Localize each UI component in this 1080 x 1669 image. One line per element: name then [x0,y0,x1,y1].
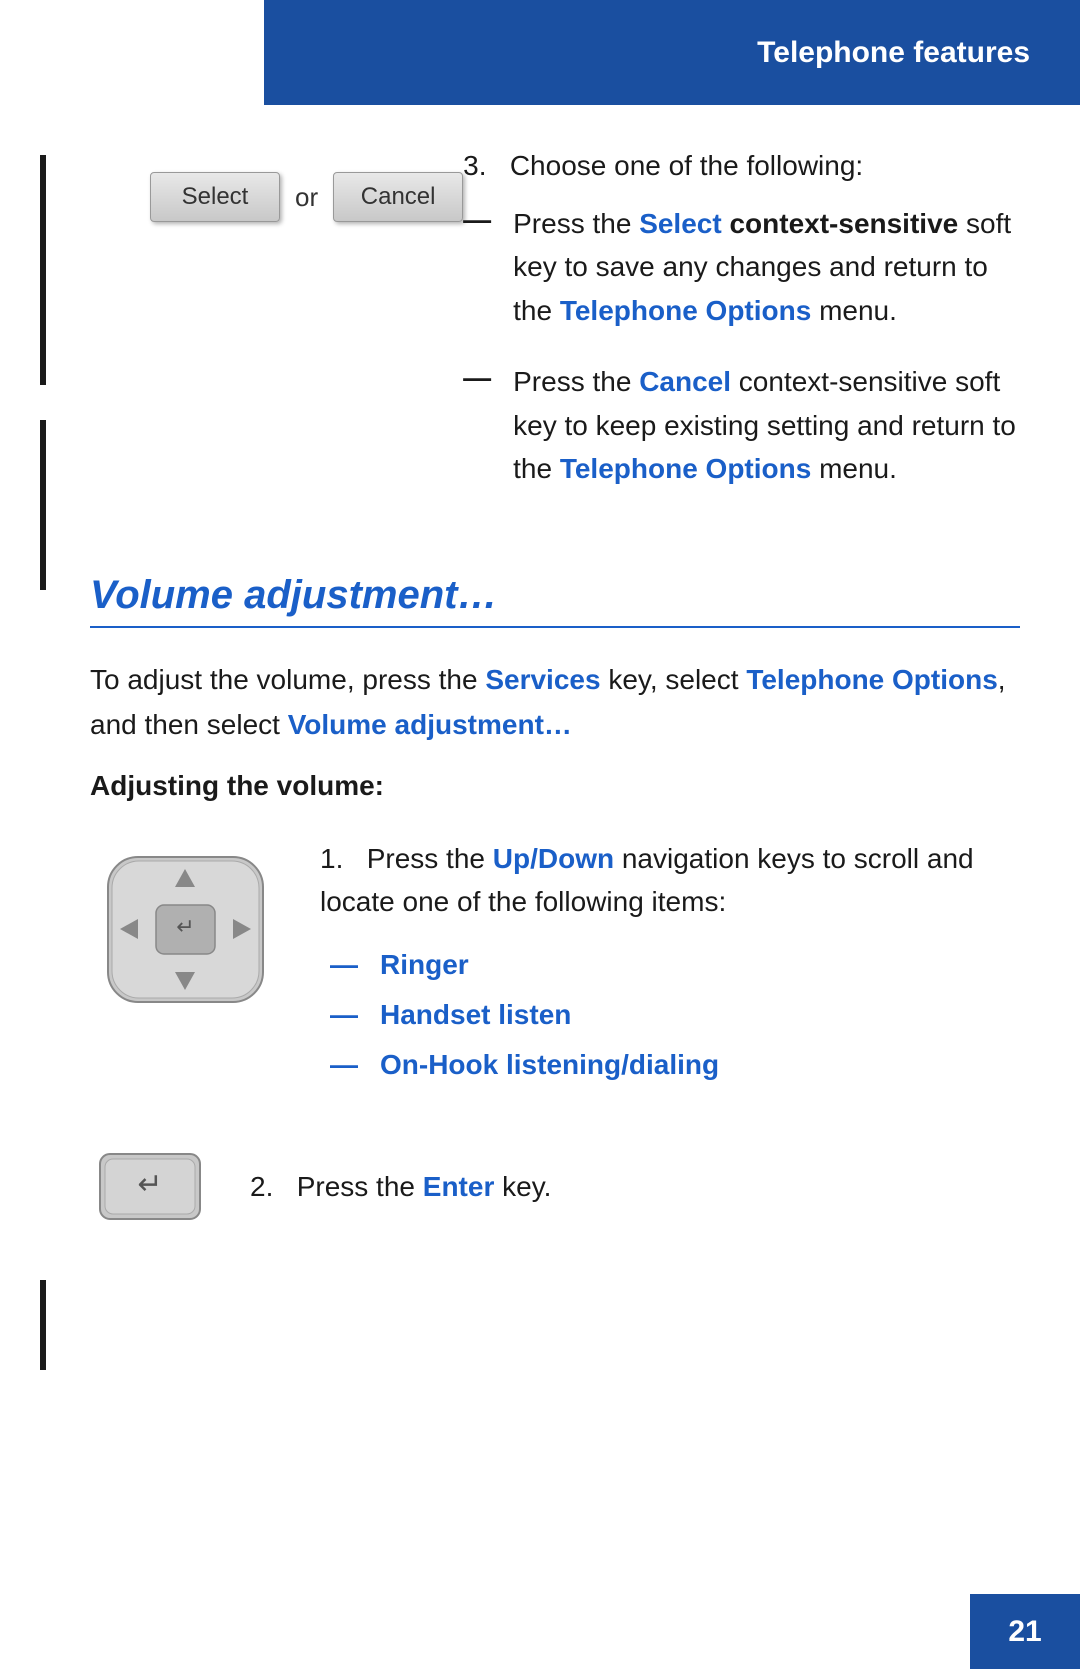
softkey-image-area: Select or Cancel [90,150,463,242]
volume-adjustment-link: Volume adjustment… [288,709,572,740]
list-item-handset: — Handset listen [330,999,1020,1031]
telephone-options-link-1: Telephone Options [560,295,811,326]
bullet-dash-2: — [463,360,513,394]
adjusting-volume-subheading: Adjusting the volume: [90,770,1020,802]
select-softkey: Select [150,172,280,222]
bullet-1: — Press the Select context-sensitive sof… [463,202,1020,332]
cancel-link: Cancel [639,366,731,397]
step-3-number: 3. [463,150,486,181]
dash-onhook: — [330,1049,380,1081]
enter-key-svg: ↵ [95,1149,205,1224]
telephone-options-link-3: Telephone Options [746,664,997,695]
or-label: or [295,182,318,213]
bullet-2: — Press the Cancel context-sensitive sof… [463,360,1020,490]
cancel-softkey: Cancel [333,172,463,222]
main-content: Select or Cancel 3. Choose one of the fo… [90,120,1020,1224]
page-number: 21 [1008,1615,1041,1649]
step-2-text: 2. Press the Enter key. [250,1165,551,1208]
margin-bar-3 [40,1280,46,1370]
enter-link: Enter [423,1171,495,1202]
ringer-label: Ringer [380,949,469,981]
nav-key-image: ↵ [90,847,280,1012]
step-3-header: 3. Choose one of the following: [463,150,1020,182]
handset-label: Handset listen [380,999,571,1031]
softkey-row: Select or Cancel [150,172,463,222]
enter-key-image: ↵ [90,1149,210,1224]
svg-text:↵: ↵ [137,1168,162,1201]
header-bar: Telephone features [264,0,1080,105]
margin-bar-1 [40,155,46,385]
updown-link: Up/Down [493,843,614,874]
onhook-label: On-Hook listening/dialing [380,1049,719,1081]
select-link: Select [639,208,722,239]
step-3-section: Select or Cancel 3. Choose one of the fo… [90,150,1020,518]
list-item-onhook: — On-Hook listening/dialing [330,1049,1020,1081]
step-3-intro: Choose one of the following: [510,150,863,181]
step-1-number: 1. [320,843,343,874]
svg-text:↵: ↵ [176,914,194,939]
volume-adjustment-heading: Volume adjustment… [90,573,1020,628]
adjust-section: ↵ 1. Press the Up/Down navigation keys t… [90,837,1020,1099]
adjust-content: 1. Press the Up/Down navigation keys to … [320,837,1020,1099]
bullet-dash-1: — [463,202,513,236]
intro-paragraph: To adjust the volume, press the Services… [90,658,1020,748]
telephone-options-link-2: Telephone Options [560,453,811,484]
step-1-header: 1. Press the Up/Down navigation keys to … [320,837,1020,924]
items-list: — Ringer — Handset listen — On-Hook list… [330,949,1020,1081]
margin-bar-2 [40,420,46,590]
nav-key-svg: ↵ [98,847,273,1012]
list-item-ringer: — Ringer [330,949,1020,981]
step-3-content: 3. Choose one of the following: — Press … [463,150,1020,518]
dash-ringer: — [330,949,380,981]
enter-key-section: ↵ 2. Press the Enter key. [90,1149,1020,1224]
bullet-text-2: Press the Cancel context-sensitive soft … [513,360,1020,490]
dash-handset: — [330,999,380,1031]
step-2-number: 2. [250,1171,273,1202]
bullet-text-1: Press the Select context-sensitive soft … [513,202,1020,332]
services-link: Services [485,664,600,695]
page-footer: 21 [970,1594,1080,1669]
page-title: Telephone features [757,36,1030,70]
